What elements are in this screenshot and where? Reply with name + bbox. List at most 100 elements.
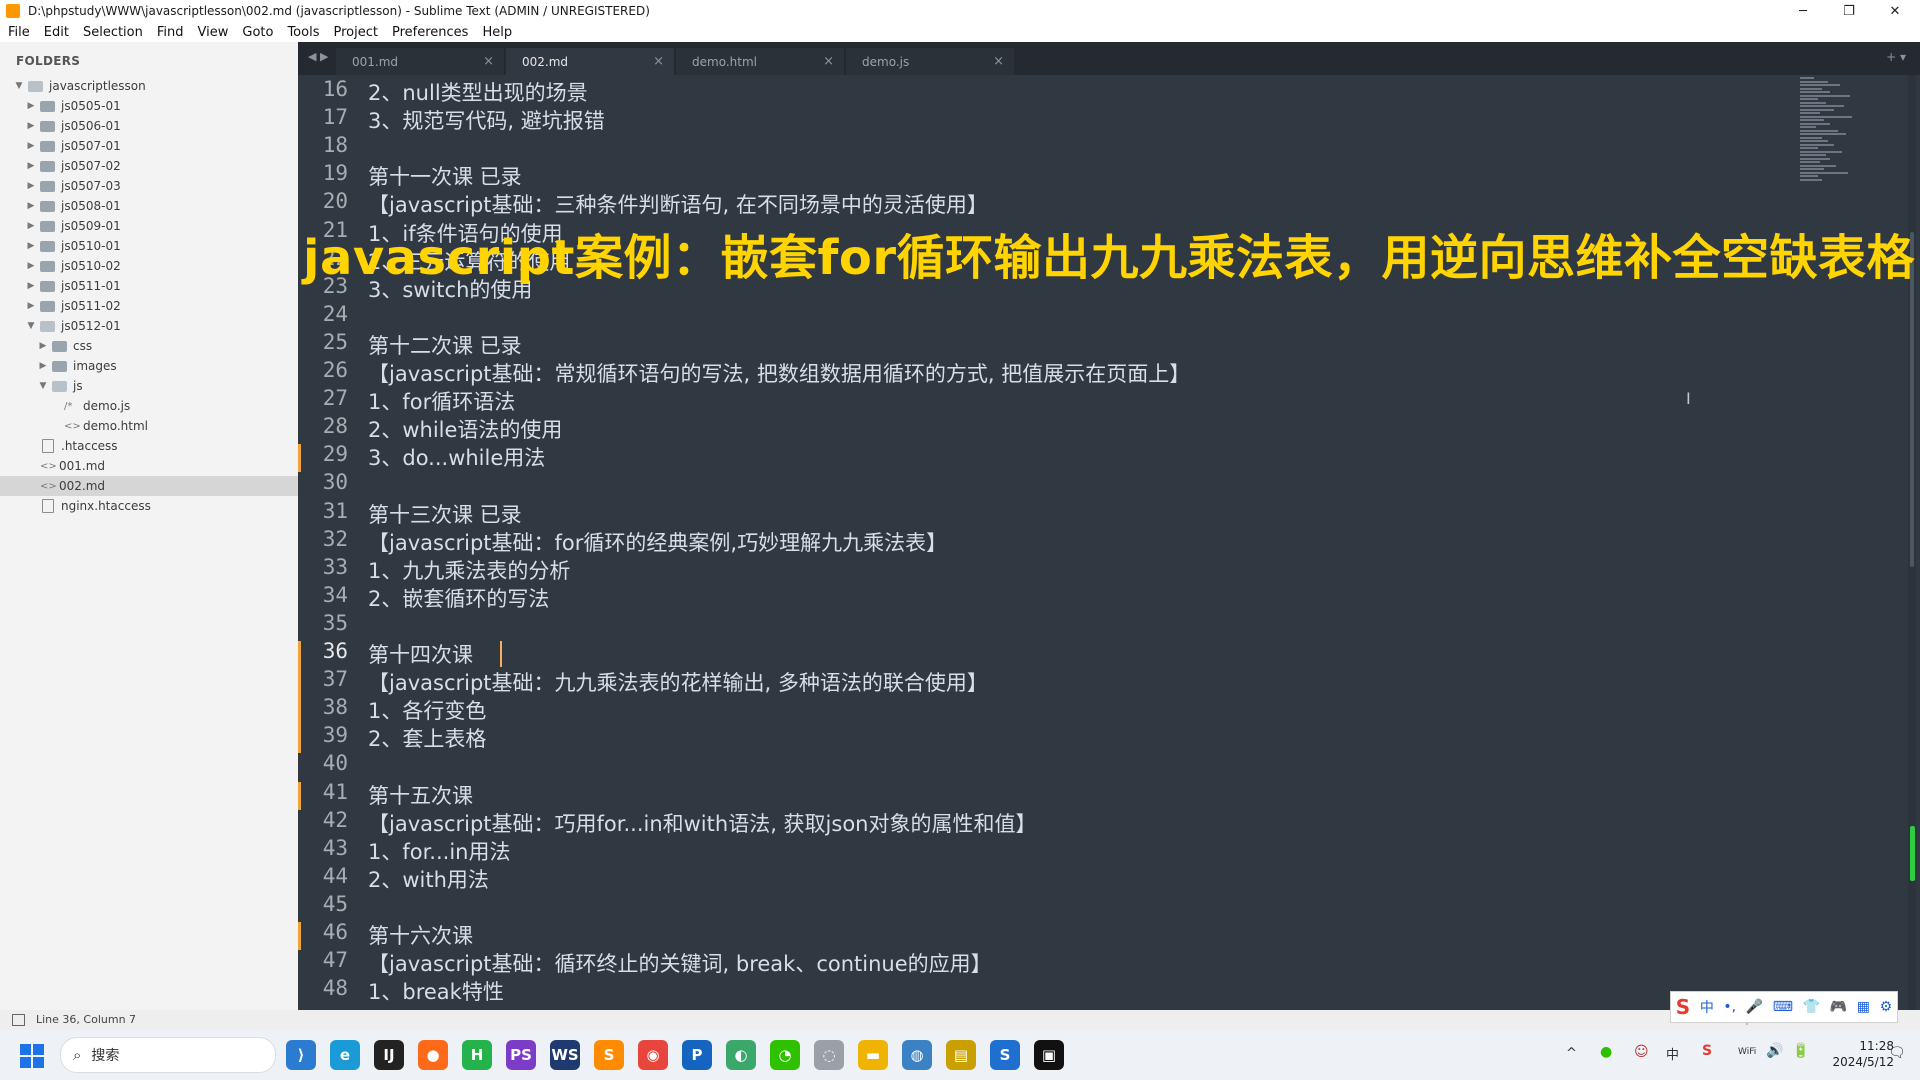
close-tab-icon[interactable]: × xyxy=(653,54,664,69)
sidebar-item[interactable]: ▶ js0505-01 xyxy=(0,96,298,116)
notification-icon[interactable]: 🗨 xyxy=(1888,1045,1906,1061)
webstorm-taskbar-icon[interactable]: WS xyxy=(550,1040,580,1070)
close-tab-icon[interactable]: × xyxy=(993,54,1004,69)
code-line[interactable]: 【javascript基础：九九乘法表的花样输出, 多种语法的联合使用】 xyxy=(368,667,988,697)
sidebar-item[interactable]: ▶ js0507-02 xyxy=(0,156,298,176)
wechat-taskbar-icon[interactable]: ◔ xyxy=(770,1040,800,1070)
sidebar-item[interactable]: ▶ js0511-01 xyxy=(0,276,298,296)
sidebar-item[interactable]: ▶ js0510-02 xyxy=(0,256,298,276)
settings-icon[interactable]: ⚙ xyxy=(1880,999,1893,1015)
code-line[interactable]: 第十六次课 xyxy=(368,920,473,950)
code-line[interactable]: 3、do...while用法 xyxy=(368,442,545,472)
close-tab-icon[interactable]: × xyxy=(823,54,834,69)
edge-taskbar-icon[interactable]: e xyxy=(330,1040,360,1070)
collapsed-arrow-icon[interactable]: ▶ xyxy=(26,201,36,211)
chrome-taskbar-icon[interactable]: ◉ xyxy=(638,1040,668,1070)
panel-toggle-icon[interactable] xyxy=(12,1014,25,1026)
sidebar-item[interactable]: ▶ js0510-01 xyxy=(0,236,298,256)
menu-goto[interactable]: Goto xyxy=(242,25,273,40)
minimize-icon[interactable]: ─ xyxy=(1780,0,1826,22)
collapsed-arrow-icon[interactable]: ▶ xyxy=(26,301,36,311)
sidebar-item[interactable]: ▼ js0512-01 xyxy=(0,316,298,336)
collapsed-arrow-icon[interactable]: ▶ xyxy=(26,221,36,231)
sidebar-item[interactable]: ▶ images xyxy=(0,356,298,376)
sidebar-item[interactable]: ▶ js0509-01 xyxy=(0,216,298,236)
restore-icon[interactable]: ❐ xyxy=(1826,0,1872,22)
code-line[interactable]: 1、各行变色 xyxy=(368,695,486,725)
sogou-tray-icon[interactable]: S xyxy=(1702,1043,1712,1059)
tab-demo-js[interactable]: demo.js × xyxy=(846,48,1014,75)
explorer-taskbar-icon[interactable]: ▬ xyxy=(858,1040,888,1070)
code-line[interactable]: 2、null类型出现的场景 xyxy=(368,77,588,107)
tab-demo-html[interactable]: demo.html × xyxy=(676,48,844,75)
hbuilder-taskbar-icon[interactable]: H xyxy=(462,1040,492,1070)
collapsed-arrow-icon[interactable]: ▶ xyxy=(26,121,36,131)
menu-file[interactable]: File xyxy=(8,25,30,40)
sidebar-item[interactable]: ▶ js0511-02 xyxy=(0,296,298,316)
minimap[interactable] xyxy=(1800,77,1892,187)
skin-icon[interactable]: 👕 xyxy=(1803,999,1820,1015)
close-icon[interactable]: ✕ xyxy=(1872,0,1918,22)
wechat-tray-icon[interactable]: ● xyxy=(1600,1044,1612,1060)
code-line[interactable]: 第十一次课 已录 xyxy=(368,161,522,191)
code-line[interactable]: 1、九九乘法表的分析 xyxy=(368,555,570,585)
taskbar-search[interactable]: ⌕ 搜索 xyxy=(60,1037,276,1073)
sogou-logo-icon[interactable]: S xyxy=(1676,995,1690,1019)
sidebar-item[interactable]: <> 001.md xyxy=(0,456,298,476)
expanded-arrow-icon[interactable]: ▼ xyxy=(14,81,24,91)
tab-001-md[interactable]: 001.md × xyxy=(336,48,504,75)
code-line[interactable]: 3、规范写代码, 避坑报错 xyxy=(368,105,605,135)
menu-selection[interactable]: Selection xyxy=(83,25,143,40)
collapsed-arrow-icon[interactable]: ▶ xyxy=(26,261,36,271)
tray-overflow-icon[interactable]: ^ xyxy=(1566,1046,1577,1061)
sidebar-item[interactable]: ▶ js0508-01 xyxy=(0,196,298,216)
code-line[interactable]: 第十五次课 xyxy=(368,780,473,810)
code-line[interactable]: 1、for循环语法 xyxy=(368,386,515,416)
sidebar-item[interactable]: .htaccess xyxy=(0,436,298,456)
collapsed-arrow-icon[interactable]: ▶ xyxy=(26,141,36,151)
code-line[interactable]: 【javascript基础：循环终止的关键词, break、continue的应… xyxy=(368,948,992,978)
browser-taskbar-icon[interactable]: ◍ xyxy=(902,1040,932,1070)
app-blue-taskbar-icon[interactable]: S xyxy=(990,1040,1020,1070)
sidebar-item[interactable]: ▼ js xyxy=(0,376,298,396)
intellij-taskbar-icon[interactable]: IJ xyxy=(374,1040,404,1070)
menu-project[interactable]: Project xyxy=(333,25,377,40)
vscode-taskbar-icon[interactable]: ⟩ xyxy=(286,1040,316,1070)
collapsed-arrow-icon[interactable]: ▶ xyxy=(38,361,48,371)
app-yellow-taskbar-icon[interactable]: ▤ xyxy=(946,1040,976,1070)
code-line[interactable]: 【javascript基础：常规循环语句的写法, 把数组数据用循环的方式, 把值… xyxy=(368,358,1190,388)
ime-mode-chinese[interactable]: 中 xyxy=(1700,997,1714,1017)
game-icon[interactable]: 🎮 xyxy=(1830,999,1847,1015)
sidebar-item[interactable]: ▶ js0507-01 xyxy=(0,136,298,156)
start-windows-icon[interactable] xyxy=(20,1044,44,1068)
menu-help[interactable]: Help xyxy=(482,25,512,40)
close-tab-icon[interactable]: × xyxy=(483,54,494,69)
editor-pane[interactable]: 16 2、null类型出现的场景 17 3、规范写代码, 避坑报错 18 19 第十一次课 … xyxy=(298,75,1920,1010)
sidebar-item[interactable]: nginx.htaccess xyxy=(0,496,298,516)
collapsed-arrow-icon[interactable]: ▶ xyxy=(38,341,48,351)
sidebar-item[interactable]: <> demo.html xyxy=(0,416,298,436)
keyboard-icon[interactable]: ⌨ xyxy=(1773,999,1793,1015)
sidebar-item[interactable]: <> 002.md xyxy=(0,476,298,496)
code-line[interactable]: 第十三次课 已录 xyxy=(368,499,522,529)
collapsed-arrow-icon[interactable]: ▶ xyxy=(26,281,36,291)
app-green-taskbar-icon[interactable]: ◐ xyxy=(726,1040,756,1070)
battery-icon[interactable]: 🔋 xyxy=(1792,1043,1809,1059)
code-line[interactable]: 1、for...in用法 xyxy=(368,836,510,866)
volume-icon[interactable]: 🔊 xyxy=(1766,1043,1783,1059)
sublime-taskbar-icon[interactable]: S xyxy=(594,1040,624,1070)
code-line[interactable]: 1、break特性 xyxy=(368,976,504,1006)
code-line[interactable]: 2、套上表格 xyxy=(368,723,486,753)
firefox-taskbar-icon[interactable]: ● xyxy=(418,1040,448,1070)
wifi-icon[interactable]: WiFi xyxy=(1738,1047,1756,1057)
tab-nav-arrows-icon[interactable]: ◀ ▶ xyxy=(308,50,328,63)
toolbox-icon[interactable]: ▦ xyxy=(1857,999,1870,1015)
punctuation-icon[interactable]: •, xyxy=(1723,999,1736,1015)
code-line[interactable]: 第十二次课 已录 xyxy=(368,330,522,360)
code-line[interactable]: 2、嵌套循环的写法 xyxy=(368,583,549,613)
camera-taskbar-icon[interactable]: ▣ xyxy=(1034,1040,1064,1070)
publisher-taskbar-icon[interactable]: P xyxy=(682,1040,712,1070)
phpstorm-taskbar-icon[interactable]: PS xyxy=(506,1040,536,1070)
tab-002-md[interactable]: 002.md × xyxy=(506,48,674,75)
collapsed-arrow-icon[interactable]: ▶ xyxy=(26,181,36,191)
